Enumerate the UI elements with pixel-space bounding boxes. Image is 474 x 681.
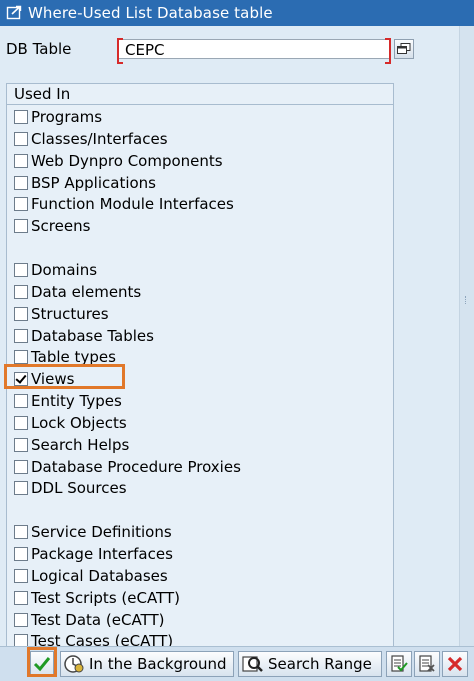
used-in-item[interactable]: Search Helps	[14, 435, 314, 455]
close-icon	[447, 656, 463, 672]
db-table-label: DB Table	[6, 40, 72, 58]
checkbox-label: Database Tables	[31, 326, 154, 345]
used-in-item[interactable]: Database Tables	[14, 326, 314, 346]
used-in-item[interactable]: Package Interfaces	[14, 544, 314, 564]
checkbox-label: Structures	[31, 304, 109, 323]
checkbox-label: Web Dynpro Components	[31, 151, 223, 170]
used-in-item[interactable]: Data elements	[14, 282, 314, 302]
used-in-header: Used In	[7, 84, 393, 105]
execute-highlight-box	[27, 647, 57, 677]
checkbox[interactable]	[14, 525, 28, 540]
checkbox[interactable]	[14, 197, 28, 212]
used-in-item[interactable]: Test Scripts (eCATT)	[14, 588, 314, 608]
title-bar: Where-Used List Database table	[0, 0, 474, 26]
search-range-label: Search Range	[268, 655, 372, 673]
views-highlight-box	[4, 364, 125, 389]
used-in-item[interactable]: Entity Types	[14, 391, 314, 411]
deselect-all-button[interactable]	[414, 651, 440, 677]
checkbox[interactable]	[14, 415, 28, 430]
checkbox[interactable]	[14, 262, 28, 277]
checkbox[interactable]	[14, 437, 28, 452]
used-in-item[interactable]: Domains	[14, 260, 314, 280]
bottom-toolbar: In the Background Search Range	[0, 646, 474, 681]
checkbox-label: Domains	[31, 260, 98, 279]
checkbox[interactable]	[14, 284, 28, 299]
checkbox[interactable]	[14, 590, 28, 605]
checkbox[interactable]	[14, 612, 28, 627]
used-in-item[interactable]: Database Procedure Proxies	[14, 457, 314, 477]
checkbox-label: Test Scripts (eCATT)	[31, 588, 180, 607]
window-icon	[6, 5, 22, 20]
used-in-item[interactable]: BSP Applications	[14, 173, 314, 193]
checkbox[interactable]	[14, 459, 28, 474]
checkbox-label: Search Helps	[31, 435, 130, 454]
checkbox-label: Service Definitions	[31, 523, 172, 542]
checkbox-label: Function Module Interfaces	[31, 195, 234, 214]
checkbox[interactable]	[14, 328, 28, 343]
db-table-value: CEPC	[125, 41, 165, 59]
used-in-item[interactable]: Screens	[14, 216, 314, 236]
checkbox[interactable]	[14, 394, 28, 409]
checkbox-label: Programs	[31, 108, 103, 126]
checkbox-label: Lock Objects	[31, 413, 127, 432]
checkbox-label: Classes/Interfaces	[31, 129, 168, 148]
used-in-item[interactable]: Programs	[14, 107, 314, 127]
checkbox[interactable]	[14, 481, 28, 496]
window-title: Where-Used List Database table	[28, 4, 273, 22]
grip-icon	[465, 296, 469, 304]
required-marker-right	[385, 38, 391, 64]
checkbox-label: Screens	[31, 217, 91, 236]
checkbox-label: Entity Types	[31, 392, 122, 411]
checkbox[interactable]	[14, 306, 28, 321]
checkbox-label: BSP Applications	[31, 173, 156, 192]
checkbox[interactable]	[14, 110, 28, 124]
checkbox[interactable]	[14, 219, 28, 234]
checkbox[interactable]	[14, 547, 28, 561]
used-in-item[interactable]: DDL Sources	[14, 478, 314, 498]
checkbox-label: Database Procedure Proxies	[31, 457, 241, 476]
background-job-icon	[64, 655, 84, 673]
used-in-item[interactable]: Function Module Interfaces	[14, 194, 314, 214]
checkbox[interactable]	[14, 568, 28, 583]
in-background-button[interactable]: In the Background	[60, 651, 234, 677]
deselect-all-icon	[419, 655, 435, 672]
checkbox-label: DDL Sources	[31, 479, 127, 498]
checkbox[interactable]	[14, 350, 28, 365]
value-help-icon	[397, 43, 411, 54]
checkbox-label: Logical Databases	[31, 566, 168, 585]
required-marker-left	[117, 38, 123, 64]
checkbox-label: Test Data (eCATT)	[31, 610, 165, 629]
select-all-icon	[391, 655, 408, 672]
select-all-button[interactable]	[386, 651, 412, 677]
resize-edge[interactable]	[459, 26, 474, 646]
used-in-item[interactable]: Structures	[14, 304, 314, 324]
used-in-item[interactable]: Classes/Interfaces	[14, 129, 314, 149]
search-range-icon	[242, 656, 263, 672]
checkbox-label: Data elements	[31, 282, 142, 301]
checkbox[interactable]	[14, 131, 28, 146]
used-in-item[interactable]: Logical Databases	[14, 566, 314, 586]
checkbox-label: Package Interfaces	[31, 545, 173, 563]
used-in-item[interactable]: Test Data (eCATT)	[14, 610, 314, 630]
used-in-item[interactable]: Service Definitions	[14, 522, 314, 542]
used-in-item[interactable]: Web Dynpro Components	[14, 151, 314, 171]
search-range-button[interactable]: Search Range	[238, 651, 382, 677]
cancel-button[interactable]	[442, 651, 468, 677]
checkbox[interactable]	[14, 175, 28, 190]
db-table-input[interactable]: CEPC	[117, 38, 391, 64]
db-table-row: DB Table CEPC	[6, 36, 426, 64]
in-background-label: In the Background	[89, 655, 227, 673]
checkbox[interactable]	[14, 153, 28, 168]
value-help-button[interactable]	[394, 39, 414, 59]
used-in-item[interactable]: Lock Objects	[14, 413, 314, 433]
